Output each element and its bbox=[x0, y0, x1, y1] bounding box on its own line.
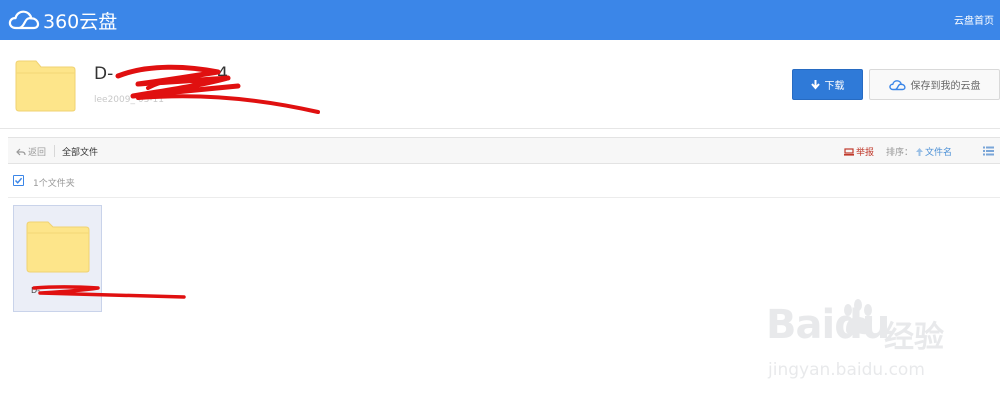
cloud-logo-icon bbox=[8, 10, 40, 30]
watermark-url: jingyan.baidu.com bbox=[768, 360, 925, 380]
cloud-icon bbox=[888, 79, 906, 90]
logo-text: 360云盘 bbox=[43, 10, 118, 33]
back-label: 返回 bbox=[28, 148, 47, 158]
report-button[interactable]: 举报 bbox=[844, 145, 874, 158]
paw-icon bbox=[844, 299, 872, 335]
toolbar-divider bbox=[54, 145, 55, 157]
cloud-home-link[interactable]: 云盘首页 bbox=[954, 12, 994, 27]
folder-icon bbox=[15, 60, 76, 112]
select-all-checkbox[interactable] bbox=[13, 175, 24, 186]
sort-label: 排序： bbox=[886, 148, 914, 158]
download-button[interactable]: 下载 bbox=[792, 69, 863, 100]
share-header: D- 4 lee2009_ 03-11 下载 保存到我的云盘 bbox=[0, 40, 1000, 129]
sort-value-label: 文件名 bbox=[925, 148, 953, 158]
download-label: 下载 bbox=[824, 81, 845, 92]
back-arrow-icon bbox=[16, 148, 26, 155]
report-icon bbox=[844, 147, 854, 156]
logo[interactable]: 360云盘 bbox=[8, 6, 117, 34]
save-label: 保存到我的云盘 bbox=[910, 81, 981, 92]
folder-count: 1个文件夹 bbox=[33, 179, 75, 189]
sort-by-name-button[interactable]: 文件名 bbox=[916, 145, 952, 158]
folder-icon bbox=[26, 221, 90, 273]
baidu-jingyan-watermark: Baidu 经验 jingyan.baidu.com bbox=[766, 294, 996, 386]
redaction-scribble bbox=[32, 285, 186, 299]
sort-arrow-up-icon bbox=[916, 147, 923, 156]
save-to-my-cloud-button[interactable]: 保存到我的云盘 bbox=[869, 69, 1000, 100]
file-toolbar: 返回 全部文件 举报 排序： 文件名 bbox=[8, 137, 1000, 164]
report-label: 举报 bbox=[856, 148, 875, 158]
watermark-cn: 经验 bbox=[884, 320, 944, 355]
top-bar: 360云盘 云盘首页 bbox=[0, 0, 1000, 40]
back-button[interactable]: 返回 bbox=[16, 145, 46, 158]
redaction-scribble bbox=[115, 64, 320, 114]
selection-row: 1个文件夹 bbox=[8, 165, 1000, 198]
list-view-icon[interactable] bbox=[983, 146, 994, 156]
checkmark-icon bbox=[14, 177, 23, 184]
breadcrumb-all-files[interactable]: 全部文件 bbox=[62, 145, 98, 158]
download-arrow-icon bbox=[810, 79, 820, 90]
